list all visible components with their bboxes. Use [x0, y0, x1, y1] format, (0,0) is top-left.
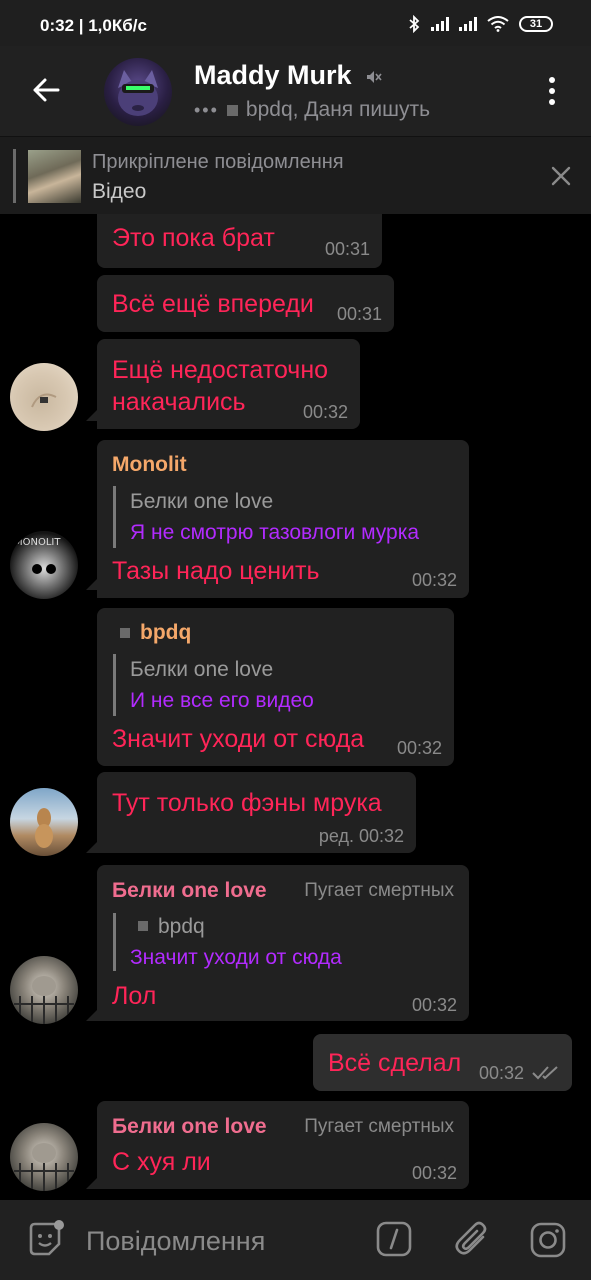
status-square-icon	[226, 104, 238, 116]
sender-name[interactable]: Monolit	[112, 453, 187, 477]
quote-bar	[113, 486, 116, 548]
bot-command-icon[interactable]	[376, 1221, 412, 1257]
message-bubble[interactable]: Тут только фэны мрука ред. 00:32	[97, 772, 416, 853]
sender-rank: Пугает смертных	[304, 880, 454, 901]
bluetooth-icon	[409, 15, 420, 33]
message-bubble[interactable]: Это пока брат 00:31	[97, 214, 382, 268]
message-time: 00:32	[302, 402, 348, 422]
quote-bar	[113, 654, 116, 716]
quote-author: bpdq	[158, 915, 205, 938]
message-text: Тут только фэны мрука	[112, 789, 382, 817]
more-menu-icon[interactable]	[540, 74, 564, 108]
chat-title[interactable]: Maddy Murk	[194, 60, 352, 91]
message-time: 00:31	[324, 239, 370, 259]
message-bubble[interactable]: Всё ещё впереди 00:31	[97, 275, 394, 332]
attach-icon[interactable]	[453, 1219, 491, 1259]
battery-icon: 31	[519, 16, 553, 32]
quote-author: Белки one love	[130, 658, 274, 681]
message-input-bar: Повідомлення	[0, 1200, 591, 1280]
message-bubble[interactable]: Белки one love Пугает смертных С хуя ли …	[97, 1101, 469, 1189]
message-text-line2: накачались	[112, 388, 246, 416]
message-text: Тазы надо ценить	[112, 557, 320, 585]
message-time: 00:31	[336, 304, 382, 324]
camera-icon[interactable]	[529, 1221, 567, 1259]
message-time: 00:32	[411, 995, 457, 1015]
svg-text:MONOLIT: MONOLIT	[14, 537, 61, 548]
message-text: Значит уходи от сюда	[112, 725, 365, 753]
wifi-icon	[487, 16, 509, 32]
message-text: Лол	[112, 982, 157, 1010]
message-text: Всё сделал	[328, 1049, 462, 1077]
cat-avatar-icon	[118, 70, 158, 116]
message-time: 00:32	[411, 570, 457, 590]
message-bubble[interactable]: bpdq Белки one love И не все его видео З…	[97, 608, 454, 766]
pinned-title: Прикріплене повідомлення	[92, 151, 344, 173]
double-check-icon	[532, 1066, 558, 1080]
pinned-indicator-bar	[13, 149, 16, 203]
status-icons: 31	[407, 15, 553, 33]
quote-text[interactable]: И не все его видео	[130, 689, 314, 713]
message-text: С хуя ли	[112, 1148, 211, 1176]
signal-icon-2	[459, 17, 477, 31]
sender-rank: Пугает смертных	[304, 1116, 454, 1137]
pinned-message[interactable]: Прикріплене повідомлення Відео	[0, 136, 591, 214]
avatar[interactable]	[10, 363, 78, 431]
avatar[interactable]: MONOLIT	[10, 531, 78, 599]
squirrel-avatar-icon	[14, 1143, 74, 1191]
message-time: 00:32	[396, 738, 442, 758]
sticker-emoji-icon[interactable]	[25, 1220, 65, 1260]
sender-square-icon	[120, 628, 130, 638]
message-time: ред. 00:32	[318, 826, 404, 846]
sender-name[interactable]: Белки one love	[112, 1115, 267, 1139]
message-bubble[interactable]: Белки one love Пугает смертных bpdq Знач…	[97, 865, 469, 1021]
quote-text[interactable]: Значит уходи от сюда	[130, 946, 342, 970]
muted-icon	[367, 71, 382, 83]
outgoing-message-bubble[interactable]: Всё сделал 00:32	[313, 1034, 572, 1091]
message-bubble[interactable]: Monolit Белки one love Я не смотрю тазов…	[97, 440, 469, 598]
avatar[interactable]	[10, 788, 78, 856]
message-text-line1: Ещё недостаточно	[112, 356, 329, 384]
message-bubble[interactable]: Ещё недостаточно накачались 00:32	[97, 339, 360, 429]
avatar[interactable]	[10, 1123, 78, 1191]
typing-status: ••• bpdq, Даня пишуть	[194, 98, 430, 122]
avatar[interactable]	[10, 956, 78, 1024]
status-bar: 0:32 | 1,0Кб/с 31	[0, 0, 591, 46]
quote-bar	[113, 913, 116, 971]
pinned-thumbnail	[28, 150, 81, 203]
close-icon[interactable]	[548, 163, 574, 189]
sender-name[interactable]: bpdq	[140, 621, 191, 645]
message-list[interactable]: Это пока брат 00:31 Всё ещё впереди 00:3…	[0, 214, 591, 1200]
back-arrow-icon[interactable]	[30, 74, 62, 106]
message-input[interactable]: Повідомлення	[86, 1226, 265, 1257]
signal-icon	[431, 17, 449, 31]
message-time: 00:32	[411, 1163, 457, 1183]
typing-text: bpdq, Даня пишуть	[245, 98, 431, 121]
quote-square-icon	[138, 921, 148, 931]
message-time: 00:32	[479, 1063, 525, 1083]
chat-avatar[interactable]	[104, 58, 172, 126]
sender-name[interactable]: Белки one love	[112, 879, 267, 903]
skull-avatar-icon: MONOLIT	[14, 537, 61, 574]
quote-text[interactable]: Я не смотрю тазовлоги мурка	[130, 521, 419, 545]
chat-header: Maddy Murk ••• bpdq, Даня пишуть	[0, 46, 591, 136]
message-text: Это пока брат	[112, 224, 275, 252]
avatar-image	[31, 393, 57, 408]
quote-author: Белки one love	[130, 490, 274, 513]
squirrel-avatar-icon	[14, 976, 74, 1024]
avatar-image	[35, 808, 53, 848]
status-time: 0:32 | 1,0Кб/с	[40, 16, 147, 35]
message-text: Всё ещё впереди	[112, 290, 314, 318]
typing-dots: •••	[194, 99, 219, 120]
pinned-subtitle: Відео	[92, 180, 147, 203]
